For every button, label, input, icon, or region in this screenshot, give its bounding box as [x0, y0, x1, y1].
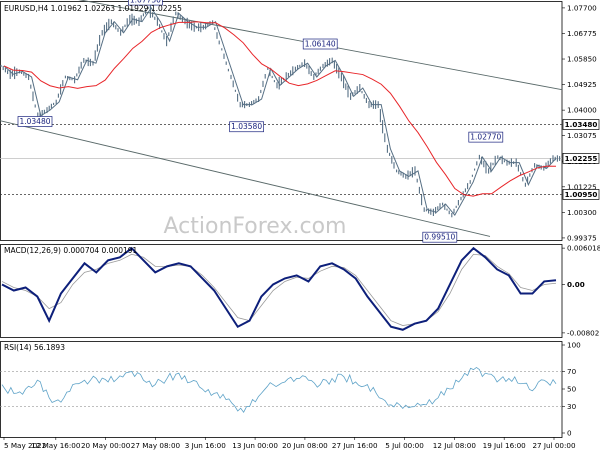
x-tick-label: 20 Jun 08:00 [282, 441, 328, 450]
price-y-tick-label: 1.00300 [567, 208, 597, 217]
price-axis-label: 1.03480 [565, 120, 598, 129]
trading-chart: 1.07700 1.06775 1.05850 1.04925 1.04000 1.030… [0, 0, 600, 450]
price-y-tick-label: 0.99375 [567, 233, 597, 242]
annotation-label: 1.03480 [19, 117, 50, 126]
price-axis-label: 1.02255 [565, 154, 598, 163]
price-y-tick-label: 1.04925 [567, 80, 597, 89]
rsi-header: RSI(14) 56.1893 [4, 343, 65, 352]
rsi-y-tick-label: 100 [567, 341, 581, 350]
x-tick-label: 5 Jul 00:00 [385, 441, 424, 450]
annotation-label: 1.06140 [305, 40, 336, 49]
x-tick-label: 3 Jun 16:00 [185, 441, 227, 450]
macd-pane-frame [0, 244, 563, 338]
price-header: EURUSD,H4 1.01962 1.02263 1.01929 1.0225… [4, 4, 182, 13]
channel-upper-line [78, 0, 563, 91]
price-y-tick-label: 1.05850 [567, 55, 597, 64]
x-tick-label: 12 May 16:00 [31, 441, 81, 450]
x-tick-label: 19 Jul 16:00 [483, 441, 527, 450]
price-y-tick-label: 1.06775 [567, 29, 597, 38]
rsi-y-tick-label: 70 [567, 367, 577, 376]
macd-y-tick-label: 0.006018 [567, 244, 600, 253]
price-y-tick-label: 1.07700 [567, 3, 597, 12]
chart-root: 1.07700 1.06775 1.05850 1.04925 1.04000 1.030… [0, 0, 600, 450]
annotation-label: 1.02770 [470, 133, 501, 142]
rsi-y-tick-label: 30 [567, 402, 577, 411]
macd-header: MACD(12,26,9) 0.000704 0.000191 [4, 246, 138, 255]
price-axis-label: 1.00950 [565, 190, 598, 199]
rsi-y-tick-label: 50 [567, 385, 577, 394]
price-line [3, 7, 557, 217]
x-tick-label: 13 Jun 00:00 [232, 441, 278, 450]
moving-average-line [3, 21, 557, 197]
x-tick-label: 20 May 00:00 [81, 441, 131, 450]
macd-line [1, 246, 557, 331]
macd-y-tick-label: 0.00 [567, 280, 585, 289]
rsi-pane-frame [0, 341, 563, 438]
x-tick-label: 27 Jul 00:00 [532, 441, 576, 450]
annotation-label: 0.99510 [424, 233, 455, 242]
x-tick-label: 12 Jul 08:00 [433, 441, 477, 450]
macd-y-tick-label: -0.00802 [567, 328, 599, 337]
x-tick-label: 27 May 08:00 [131, 441, 181, 450]
rsi-line [1, 366, 557, 413]
x-tick-label: 27 Jun 16:00 [332, 441, 378, 450]
rsi-y-tick-label: 0 [567, 429, 572, 438]
price-y-tick-label: 1.03075 [567, 131, 597, 140]
price-y-tick-label: 1.04000 [567, 106, 597, 115]
annotation-label: 1.03580 [231, 122, 262, 131]
watermark: ActionForex.com [164, 214, 347, 239]
